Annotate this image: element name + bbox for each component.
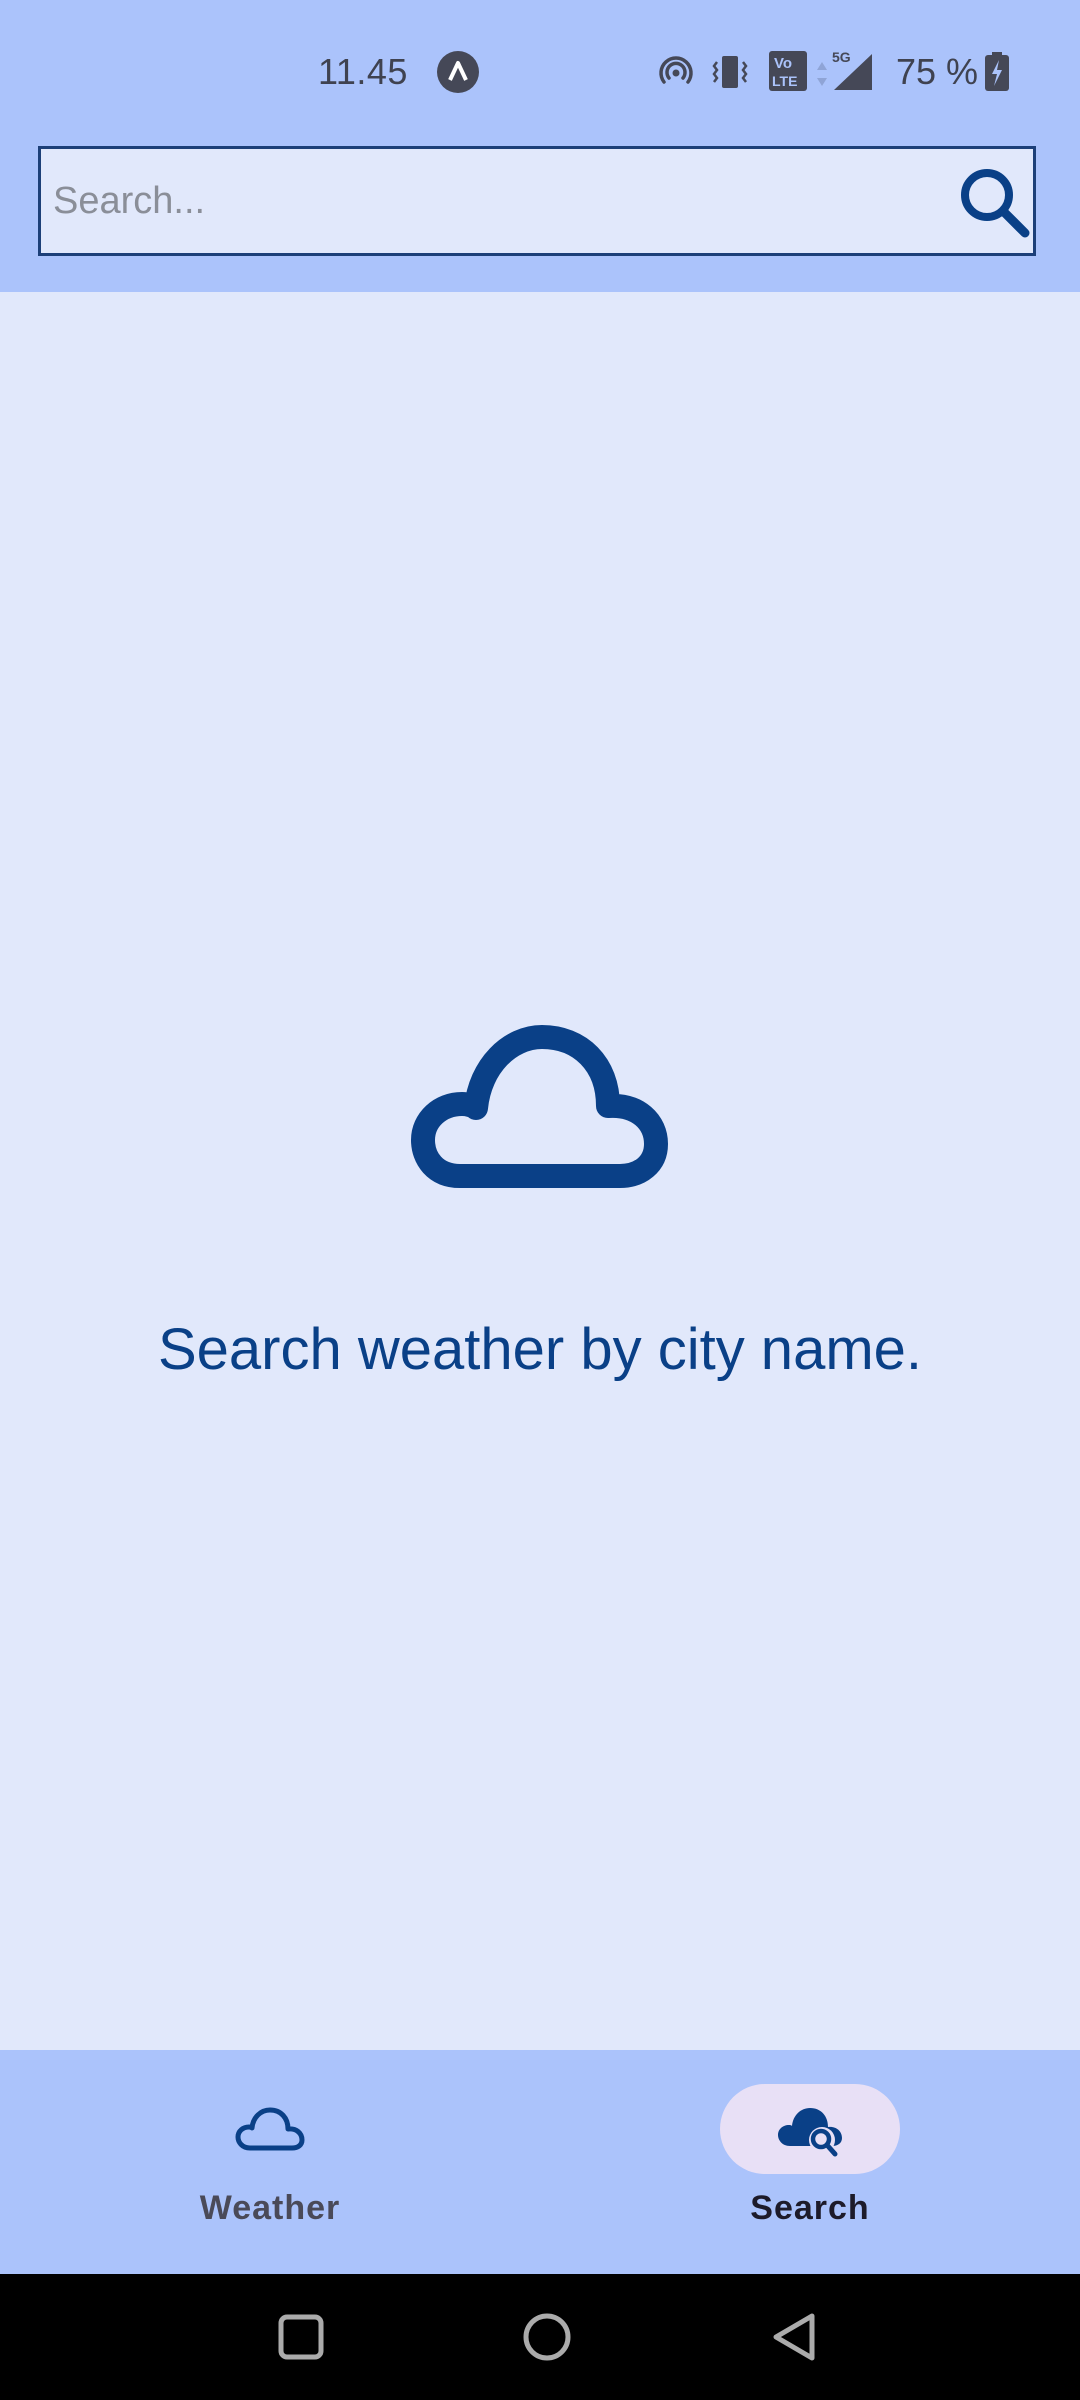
search-bar <box>38 146 1036 256</box>
search-icon[interactable] <box>951 159 1037 245</box>
bottom-navigation: Weather Search <box>0 2050 1080 2274</box>
back-button-icon[interactable] <box>762 2304 828 2370</box>
svg-text:LTE: LTE <box>772 73 797 89</box>
weather-app-screen: 11.45 Vo LTE 5G 75 % Search... Search we… <box>0 0 1080 2400</box>
nav-label-search: Search <box>750 2189 870 2227</box>
nav-item-search[interactable]: Search <box>610 2050 1010 2274</box>
recents-button-icon[interactable] <box>268 2304 334 2370</box>
svg-text:Vo: Vo <box>774 55 792 72</box>
battery-charging-icon <box>985 52 1009 91</box>
top-app-bar: 11.45 Vo LTE 5G 75 % Search... <box>0 0 1080 292</box>
cloud-icon <box>411 1025 668 1188</box>
battery-percent: 75 % <box>896 51 979 92</box>
search-input[interactable] <box>53 149 953 253</box>
nav-label-weather: Weather <box>199 2189 341 2227</box>
volte-icon: Vo LTE <box>769 51 807 91</box>
status-time: 11.45 <box>318 51 408 92</box>
svg-text:5G: 5G <box>832 49 851 65</box>
vibrate-icon <box>712 56 748 88</box>
cloud-search-icon <box>778 2108 842 2157</box>
data-activity-icon <box>817 62 827 86</box>
app-notification-icon <box>437 51 479 93</box>
hotspot-icon <box>659 56 693 84</box>
home-button-icon[interactable] <box>514 2304 580 2370</box>
cloud-icon <box>235 2107 305 2151</box>
nav-item-weather[interactable]: Weather <box>70 2050 470 2274</box>
empty-state-message: Search weather by city name. <box>157 1317 923 1382</box>
signal-icon: 5G <box>832 49 872 90</box>
status-bar: 11.45 Vo LTE 5G 75 % <box>0 0 1080 140</box>
system-navigation-bar <box>0 2274 1080 2400</box>
